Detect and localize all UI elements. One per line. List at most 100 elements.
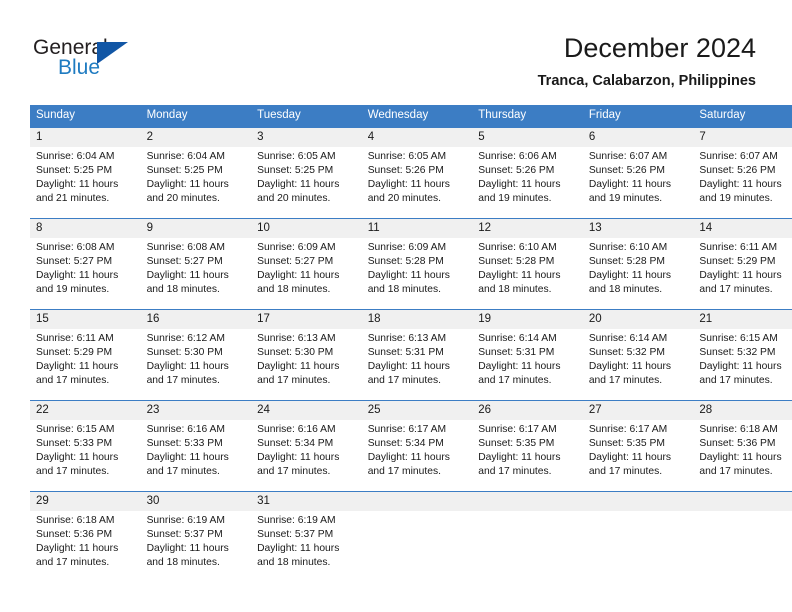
- calendar-day-cell[interactable]: 24 Sunrise: 6:16 AM Sunset: 5:34 PM Dayligh…: [251, 400, 362, 492]
- sunrise-time: Sunrise: 6:07 AM: [588, 151, 668, 162]
- sunrise-time: Sunrise: 6:05 AM: [257, 151, 336, 162]
- daylight-duration-line1: Daylight: 11 hours: [588, 270, 672, 281]
- daylight-duration-line1: Daylight: 11 hours: [146, 452, 229, 463]
- daylight-duration-line1: Daylight: 11 hours: [146, 361, 229, 372]
- day-details: Sunrise: 6:18 AM Sunset: 5:36 PM Daylight:…: [693, 420, 792, 479]
- day-number: 26: [472, 401, 583, 420]
- calendar-day-cell[interactable]: 25 Sunrise: 6:17 AM Sunset: 5:34 PM Dayligh…: [361, 400, 473, 492]
- calendar-day-cell[interactable]: 26 Sunrise: 6:17 AM Sunset: 5:35 PM Dayligh…: [472, 400, 583, 492]
- sunrise-time: Sunrise: 6:13 AM: [257, 333, 336, 344]
- calendar-day-cell[interactable]: 23 Sunrise: 6:16 AM Sunset: 5:33 PM Dayligh…: [140, 400, 252, 492]
- weekday-header-tuesday: Tuesday: [251, 105, 362, 128]
- calendar-day-cell[interactable]: 29 Sunrise: 6:18 AM Sunset: 5:36 PM Dayligh…: [30, 491, 141, 582]
- calendar-day-cell[interactable]: 3 Sunrise: 6:05 AM Sunset: 5:25 PM Daylight…: [251, 127, 362, 219]
- day-number: 3: [251, 128, 362, 147]
- daylight-duration-line1: Daylight: 11 hours: [699, 179, 782, 190]
- day-details: Sunrise: 6:08 AM Sunset: 5:27 PM Daylight:…: [141, 238, 252, 297]
- calendar-day-cell[interactable]: 20 Sunrise: 6:14 AM Sunset: 5:32 PM Dayligh…: [582, 309, 694, 401]
- sunset-time: Sunset: 5:32 PM: [588, 347, 665, 358]
- calendar-day-cell-empty: [361, 491, 473, 582]
- sunrise-time: Sunrise: 6:17 AM: [367, 424, 447, 435]
- daylight-duration-line2: and 17 minutes.: [257, 466, 331, 477]
- calendar-day-cell[interactable]: 8 Sunrise: 6:08 AM Sunset: 5:27 PM Daylight…: [30, 218, 141, 310]
- calendar-day-cell[interactable]: 12 Sunrise: 6:10 AM Sunset: 5:28 PM Dayligh…: [472, 218, 583, 310]
- sunrise-time: Sunrise: 6:14 AM: [478, 333, 557, 344]
- day-number: 23: [140, 401, 252, 420]
- daylight-duration-line2: and 17 minutes.: [367, 466, 441, 477]
- daylight-duration-line1: Daylight: 11 hours: [478, 270, 561, 281]
- daylight-duration-line1: Daylight: 11 hours: [699, 361, 782, 372]
- day-details: Sunrise: 6:04 AM Sunset: 5:25 PM Daylight:…: [30, 147, 141, 206]
- sunrise-time: Sunrise: 6:17 AM: [588, 424, 668, 435]
- day-number: 21: [693, 310, 792, 329]
- page-header: General Blue December 2024 Tranca, Calab…: [0, 0, 792, 104]
- calendar-day-cell[interactable]: 1 Sunrise: 6:04 AM Sunset: 5:25 PM Daylight…: [30, 127, 141, 219]
- sunset-time: Sunset: 5:26 PM: [588, 165, 665, 176]
- generalblue-logo[interactable]: General Blue: [33, 36, 163, 84]
- sunset-time: Sunset: 5:29 PM: [36, 347, 113, 358]
- day-details: Sunrise: 6:08 AM Sunset: 5:27 PM Daylight:…: [30, 238, 141, 297]
- calendar-day-cell[interactable]: 21 Sunrise: 6:15 AM Sunset: 5:32 PM Dayligh…: [693, 309, 792, 401]
- sunrise-time: Sunrise: 6:16 AM: [257, 424, 336, 435]
- calendar-day-cell[interactable]: 4 Sunrise: 6:05 AM Sunset: 5:26 PM Daylight…: [361, 127, 473, 219]
- day-number-blank: [582, 492, 694, 511]
- day-number: 10: [251, 219, 362, 238]
- sunset-time: Sunset: 5:35 PM: [588, 438, 665, 449]
- daylight-duration-line2: and 17 minutes.: [36, 557, 110, 568]
- sunrise-time: Sunrise: 6:10 AM: [478, 242, 557, 253]
- calendar-day-cell[interactable]: 30 Sunrise: 6:19 AM Sunset: 5:37 PM Dayligh…: [140, 491, 252, 582]
- calendar-day-cell[interactable]: 16 Sunrise: 6:12 AM Sunset: 5:30 PM Dayligh…: [140, 309, 252, 401]
- daylight-duration-line2: and 17 minutes.: [699, 375, 773, 386]
- day-details: Sunrise: 6:14 AM Sunset: 5:32 PM Daylight:…: [583, 329, 694, 388]
- daylight-duration-line1: Daylight: 11 hours: [367, 179, 450, 190]
- calendar-day-cell[interactable]: 5 Sunrise: 6:06 AM Sunset: 5:26 PM Daylight…: [472, 127, 583, 219]
- day-details: Sunrise: 6:04 AM Sunset: 5:25 PM Daylight:…: [141, 147, 252, 206]
- weekday-header-wednesday: Wednesday: [361, 105, 473, 128]
- day-number: 7: [693, 128, 792, 147]
- day-details: Sunrise: 6:07 AM Sunset: 5:26 PM Daylight:…: [583, 147, 694, 206]
- daylight-duration-line2: and 18 minutes.: [146, 557, 220, 568]
- daylight-duration-line2: and 17 minutes.: [146, 375, 220, 386]
- calendar-day-cell[interactable]: 15 Sunrise: 6:11 AM Sunset: 5:29 PM Dayligh…: [30, 309, 141, 401]
- calendar-day-cell[interactable]: 18 Sunrise: 6:13 AM Sunset: 5:31 PM Dayligh…: [361, 309, 473, 401]
- day-number: 17: [251, 310, 362, 329]
- calendar-day-cell[interactable]: 19 Sunrise: 6:14 AM Sunset: 5:31 PM Dayligh…: [472, 309, 583, 401]
- day-number: 12: [472, 219, 583, 238]
- calendar-day-cell[interactable]: 7 Sunrise: 6:07 AM Sunset: 5:26 PM Daylight…: [693, 127, 792, 219]
- calendar-day-cell-empty: [693, 491, 792, 582]
- day-number: 22: [30, 401, 141, 420]
- calendar-day-cell[interactable]: 9 Sunrise: 6:08 AM Sunset: 5:27 PM Daylight…: [140, 218, 252, 310]
- daylight-duration-line2: and 18 minutes.: [257, 284, 331, 295]
- day-details: Sunrise: 6:06 AM Sunset: 5:26 PM Daylight:…: [472, 147, 583, 206]
- sunset-time: Sunset: 5:30 PM: [257, 347, 334, 358]
- sunset-time: Sunset: 5:27 PM: [257, 256, 334, 267]
- calendar-day-cell[interactable]: 17 Sunrise: 6:13 AM Sunset: 5:30 PM Dayligh…: [251, 309, 362, 401]
- calendar-day-cell[interactable]: 31 Sunrise: 6:19 AM Sunset: 5:37 PM Dayligh…: [251, 491, 362, 582]
- calendar-day-cell[interactable]: 10 Sunrise: 6:09 AM Sunset: 5:27 PM Dayligh…: [251, 218, 362, 310]
- daylight-duration-line2: and 20 minutes.: [257, 193, 331, 204]
- sunrise-time: Sunrise: 6:09 AM: [257, 242, 336, 253]
- sunrise-time: Sunrise: 6:15 AM: [699, 333, 778, 344]
- sunset-time: Sunset: 5:29 PM: [699, 256, 776, 267]
- daylight-duration-line2: and 17 minutes.: [699, 284, 773, 295]
- sunset-time: Sunset: 5:30 PM: [146, 347, 223, 358]
- calendar-week-row: 29 Sunrise: 6:18 AM Sunset: 5:36 PM Dayligh…: [30, 491, 792, 582]
- calendar-day-cell[interactable]: 14 Sunrise: 6:11 AM Sunset: 5:29 PM Dayligh…: [693, 218, 792, 310]
- calendar-day-cell[interactable]: 28 Sunrise: 6:18 AM Sunset: 5:36 PM Dayligh…: [693, 400, 792, 492]
- daylight-duration-line1: Daylight: 11 hours: [257, 543, 340, 554]
- calendar-day-cell-empty: [582, 491, 694, 582]
- calendar-day-cell[interactable]: 13 Sunrise: 6:10 AM Sunset: 5:28 PM Dayligh…: [582, 218, 694, 310]
- day-number: 2: [140, 128, 252, 147]
- sunrise-time: Sunrise: 6:04 AM: [36, 151, 115, 162]
- daylight-duration-line1: Daylight: 11 hours: [146, 179, 229, 190]
- day-number: 19: [472, 310, 583, 329]
- calendar-day-cell[interactable]: 11 Sunrise: 6:09 AM Sunset: 5:28 PM Dayligh…: [361, 218, 473, 310]
- calendar-day-cell[interactable]: 2 Sunrise: 6:04 AM Sunset: 5:25 PM Daylight…: [140, 127, 252, 219]
- calendar-day-cell[interactable]: 22 Sunrise: 6:15 AM Sunset: 5:33 PM Dayligh…: [30, 400, 141, 492]
- daylight-duration-line1: Daylight: 11 hours: [367, 361, 450, 372]
- daylight-duration-line1: Daylight: 11 hours: [478, 361, 561, 372]
- calendar-day-cell[interactable]: 27 Sunrise: 6:17 AM Sunset: 5:35 PM Dayligh…: [582, 400, 694, 492]
- daylight-duration-line1: Daylight: 11 hours: [36, 179, 119, 190]
- daylight-duration-line2: and 21 minutes.: [36, 193, 110, 204]
- calendar-day-cell[interactable]: 6 Sunrise: 6:07 AM Sunset: 5:26 PM Daylight…: [582, 127, 694, 219]
